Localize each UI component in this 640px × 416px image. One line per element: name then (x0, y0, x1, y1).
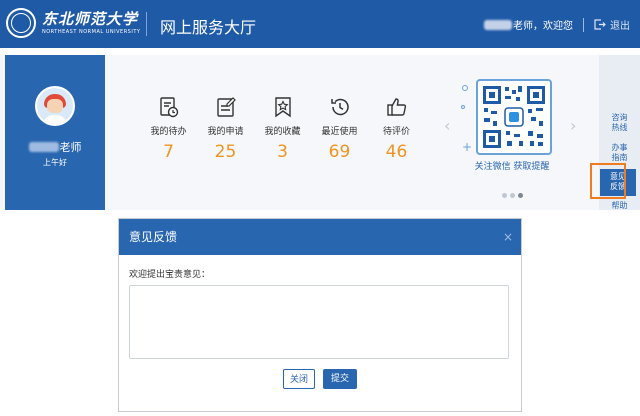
side-nav-help[interactable]: 帮助 (599, 201, 640, 211)
feedback-dialog: 意见反馈 × 欢迎提出宝贵意见： 关闭 提交 (118, 218, 522, 412)
profile-name-suffix: 老师 (59, 141, 82, 154)
stats-row: 我的待办 7 我的申请 25 我的收藏 3 最近使用 69 待评价 46 (140, 96, 425, 162)
decorative-plus-icon: + (462, 140, 473, 154)
qr-caption: 关注微信 获取提醒 (474, 162, 550, 172)
stat-my-applications[interactable]: 我的申请 25 (197, 96, 254, 162)
app-title: 网上服务大厅 (160, 18, 257, 37)
stat-my-todo[interactable]: 我的待办 7 (140, 96, 197, 162)
submit-button[interactable]: 提交 (323, 369, 357, 389)
university-seal-icon (6, 8, 36, 38)
header-divider (146, 12, 147, 36)
stat-value: 69 (328, 142, 351, 162)
decorative-dot-icon (461, 105, 465, 109)
qr-code (476, 79, 552, 155)
stat-value: 3 (277, 142, 288, 162)
logo-chinese-name: 东北师范大学 (42, 9, 139, 28)
logout-label: 退出 (610, 21, 630, 32)
stat-label: 我的待办 (150, 127, 187, 137)
feedback-highlight-frame (590, 163, 626, 199)
close-icon[interactable]: × (503, 219, 513, 255)
side-nav-label: 热线 (611, 123, 628, 132)
stat-value: 25 (214, 142, 237, 162)
close-button[interactable]: 关闭 (283, 369, 315, 389)
side-nav-guide[interactable]: 办事 指南 (599, 143, 640, 163)
side-nav-label: 帮助 (611, 201, 628, 210)
dialog-header: 意见反馈 × (119, 219, 521, 255)
logout-link[interactable]: 退出 (594, 17, 630, 32)
profile-name: 老师 (5, 139, 105, 155)
decorative-circle-icon (462, 85, 468, 91)
welcome-text: 老师，欢迎您 (513, 21, 573, 32)
bookmark-star-icon (271, 96, 295, 118)
stat-value: 7 (163, 142, 174, 162)
carousel-dot-active[interactable] (518, 193, 523, 198)
stat-label: 最近使用 (321, 127, 358, 137)
side-nav-label: 办事 (611, 143, 628, 152)
dialog-title: 意见反馈 (129, 230, 178, 244)
side-nav-label: 指南 (611, 153, 628, 162)
logo-english-name: NORTHEAST NORMAL UNIVERSITY (42, 28, 141, 35)
redacted-name (28, 142, 59, 152)
carousel-indicators (502, 193, 523, 198)
stat-label: 我的申请 (207, 127, 244, 137)
stat-value: 46 (385, 142, 408, 162)
feedback-prompt: 欢迎提出宝贵意见： (129, 270, 211, 280)
profile-card: 老师 上午好 (5, 55, 105, 210)
clipboard-clock-icon (157, 96, 181, 118)
stat-label: 待评价 (382, 127, 410, 137)
carousel-dot[interactable] (510, 193, 515, 198)
side-nav-label: 咨询 (611, 113, 628, 122)
thumbs-up-icon (385, 96, 409, 118)
stat-pending-review[interactable]: 待评价 46 (368, 96, 425, 162)
user-area-divider (583, 17, 584, 32)
side-nav-hotline[interactable]: 咨询 热线 (599, 113, 640, 133)
stat-recently-used[interactable]: 最近使用 69 (311, 96, 368, 162)
feedback-textarea[interactable] (129, 285, 509, 359)
logout-icon (594, 19, 606, 30)
stat-my-favorites[interactable]: 我的收藏 3 (254, 96, 311, 162)
wechat-qr-card: + 关注微信 获取提醒 (461, 75, 572, 193)
carousel-dot[interactable] (502, 193, 507, 198)
carousel-prev-icon[interactable]: ‹ (444, 116, 450, 135)
university-logo[interactable]: 东北师范大学 NORTHEAST NORMAL UNIVERSITY (6, 8, 140, 38)
user-area: 老师，欢迎您 退出 (484, 17, 630, 32)
history-icon (328, 96, 352, 118)
profile-greeting: 上午好 (43, 158, 67, 167)
avatar[interactable] (35, 86, 75, 126)
top-bar: 东北师范大学 NORTHEAST NORMAL UNIVERSITY 网上服务大… (0, 0, 640, 48)
edit-document-icon (214, 96, 238, 118)
redacted-username (484, 19, 512, 30)
stat-label: 我的收藏 (264, 127, 301, 137)
